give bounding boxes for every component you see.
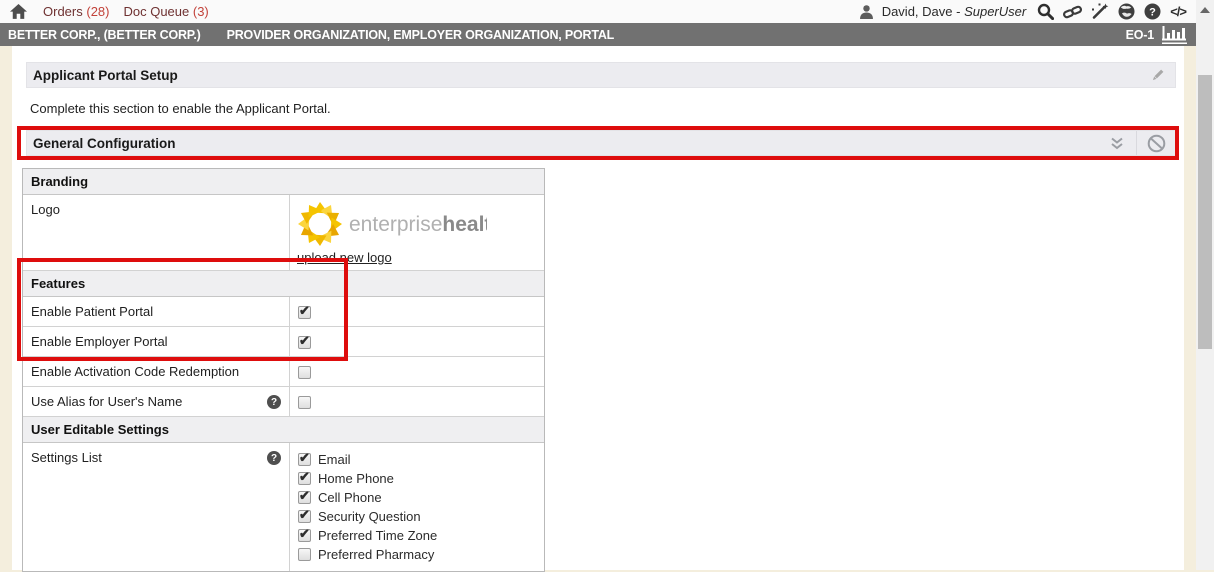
home-icon[interactable] [10,4,27,20]
upload-new-logo-link[interactable]: upload new logo [297,250,392,265]
search-icon[interactable] [1037,3,1054,20]
setting-option-email: Email [298,450,536,469]
orders-count-badge: (28) [86,4,109,19]
row-label: Use Alias for User's Name [31,394,182,409]
row-label: Enable Patient Portal [31,304,153,319]
row-label: Settings List [31,450,102,465]
logo-label-cell: Logo [23,195,290,270]
setting-option-home-phone: Home Phone [298,469,536,488]
user-name: David, Dave - [882,4,964,19]
general-configuration-header[interactable]: General Configuration [26,130,1176,156]
checkbox-use-alias[interactable] [298,396,311,409]
logo-row: Logo enterpris [23,195,544,271]
row-label: Enable Employer Portal [31,334,168,349]
nav-doc-queue-label: Doc Queue [123,4,189,19]
use-alias-label-cell: Use Alias for User's Name ? [23,387,290,416]
enable-activation-code-value-cell [290,357,544,386]
top-bar-right: David, Dave - SuperUser ? </> [860,3,1186,20]
code-icon[interactable]: </> [1170,4,1186,19]
user-icon [860,5,873,19]
help-circle-icon[interactable]: ? [1144,3,1161,20]
page-title-bar: Applicant Portal Setup [26,62,1176,88]
enable-patient-portal-value-cell [290,297,544,326]
settings-list-row: Settings List ? Email Home Phone Cell Ph… [23,443,544,571]
row-label: Enable Activation Code Redemption [31,364,239,379]
nav-orders-label: Orders [43,4,83,19]
checkbox-preferred-time-zone[interactable] [298,529,311,542]
context-code: EO-1 [1126,28,1154,42]
svg-text:?: ? [1149,6,1156,18]
help-icon[interactable]: ? [267,395,281,409]
checkbox-enable-employer-portal[interactable] [298,336,311,349]
organization-bar: BETTER CORP., (BETTER CORP.) PROVIDER OR… [0,23,1196,46]
wand-icon[interactable] [1091,3,1109,20]
option-label: Home Phone [318,471,394,486]
setting-option-preferred-pharmacy: Preferred Pharmacy [298,545,536,564]
logo-value-cell: enterprisehealth upload new logo [290,195,544,270]
org-bar-right: EO-1 [1126,26,1188,44]
enable-patient-portal-row: Enable Patient Portal [23,297,544,327]
option-label: Email [318,452,351,467]
svg-text:enterprisehealth: enterprisehealth [349,213,487,236]
checkbox-home-phone[interactable] [298,472,311,485]
checkbox-cell-phone[interactable] [298,491,311,504]
settings-list-value-cell: Email Home Phone Cell Phone Security Que… [290,443,544,571]
checkbox-security-question[interactable] [298,510,311,523]
enable-activation-code-row: Enable Activation Code Redemption [23,357,544,387]
checkbox-enable-activation-code[interactable] [298,366,311,379]
nav-orders[interactable]: Orders (28) [43,4,109,19]
section-intro-text: Complete this section to enable the Appl… [30,101,331,116]
logo-label: Logo [31,202,60,217]
checkbox-enable-patient-portal[interactable] [298,306,311,319]
settings-list-label-cell: Settings List ? [23,443,290,571]
setting-option-preferred-time-zone: Preferred Time Zone [298,526,536,545]
enable-employer-portal-label-cell: Enable Employer Portal [23,327,290,356]
option-label: Security Question [318,509,421,524]
top-bar: Orders (28) Doc Queue (3) David, Dave - … [0,0,1196,23]
section-header-actions [1110,131,1175,155]
enable-employer-portal-value-cell [290,327,544,356]
page-title: Applicant Portal Setup [33,68,178,83]
enable-employer-portal-row: Enable Employer Portal [23,327,544,357]
setting-option-security-question: Security Question [298,507,536,526]
nav-doc-queue[interactable]: Doc Queue (3) [123,4,208,19]
option-label: Cell Phone [318,490,382,505]
edit-pencil-icon[interactable] [1150,68,1165,83]
use-alias-value-cell [290,387,544,416]
checkbox-preferred-pharmacy[interactable] [298,548,311,561]
current-user[interactable]: David, Dave - SuperUser [882,4,1027,19]
setting-option-cell-phone: Cell Phone [298,488,536,507]
option-label: Preferred Time Zone [318,528,437,543]
enable-patient-portal-label-cell: Enable Patient Portal [23,297,290,326]
checkbox-email[interactable] [298,453,311,466]
help-icon[interactable]: ? [267,451,281,465]
section-header-divider [1136,131,1137,155]
scrollbar-thumb[interactable] [1198,75,1212,349]
chevron-double-down-icon[interactable] [1110,137,1124,150]
org-names[interactable]: BETTER CORP., (BETTER CORP.) [8,28,201,42]
user-role: SuperUser [964,4,1026,19]
link-icon[interactable] [1063,4,1082,20]
globe-icon[interactable] [1118,3,1135,20]
applicant-portal-config-table: Branding Logo [22,168,545,572]
vertical-scrollbar[interactable] [1196,0,1214,570]
scrollbar-up-arrow-icon[interactable] [1200,7,1210,13]
enable-activation-code-label-cell: Enable Activation Code Redemption [23,357,290,386]
section-title: General Configuration [33,136,176,151]
disable-circle-slash-icon[interactable] [1147,134,1166,153]
enterprise-health-logo: enterprisehealth [297,200,487,248]
features-section-header: Features [23,271,544,297]
use-alias-row: Use Alias for User's Name ? [23,387,544,417]
option-label: Preferred Pharmacy [318,547,434,562]
branding-section-header: Branding [23,169,544,195]
user-editable-settings-header: User Editable Settings [23,417,544,443]
org-types: PROVIDER ORGANIZATION, EMPLOYER ORGANIZA… [227,28,615,42]
doc-queue-count-badge: (3) [193,4,209,19]
bar-chart-icon[interactable] [1162,26,1188,44]
